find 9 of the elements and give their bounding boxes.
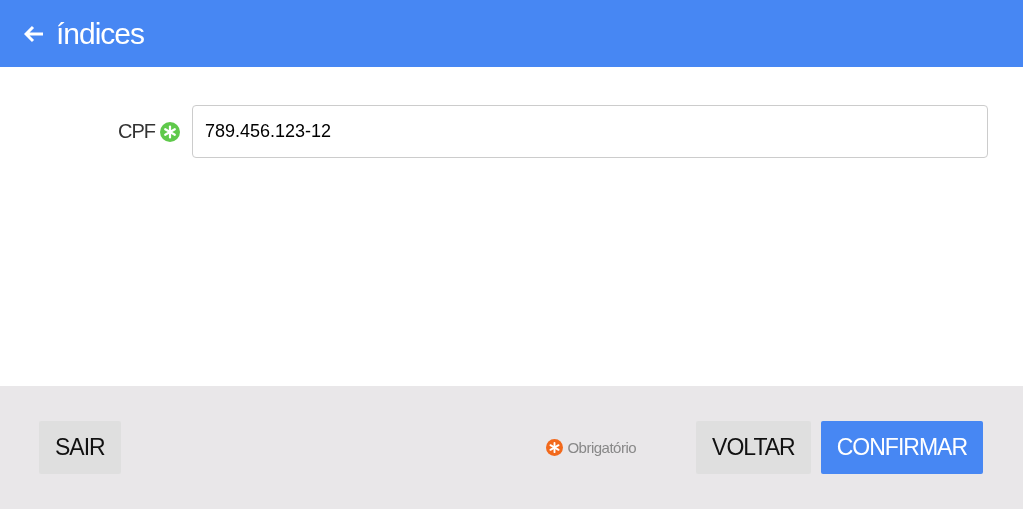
back-arrow-icon[interactable] [24, 24, 44, 43]
asterisk-icon [546, 439, 564, 456]
input-field[interactable]: 789.456.123-12 [192, 105, 988, 158]
required-legend: Obrigatório [567, 439, 637, 456]
page-title: índices [56, 16, 145, 51]
button[interactable]: VOLTAR [696, 421, 811, 474]
button[interactable]: SAIR [39, 421, 121, 474]
asterisk-icon [160, 121, 180, 142]
field-label: CPF [118, 120, 155, 143]
